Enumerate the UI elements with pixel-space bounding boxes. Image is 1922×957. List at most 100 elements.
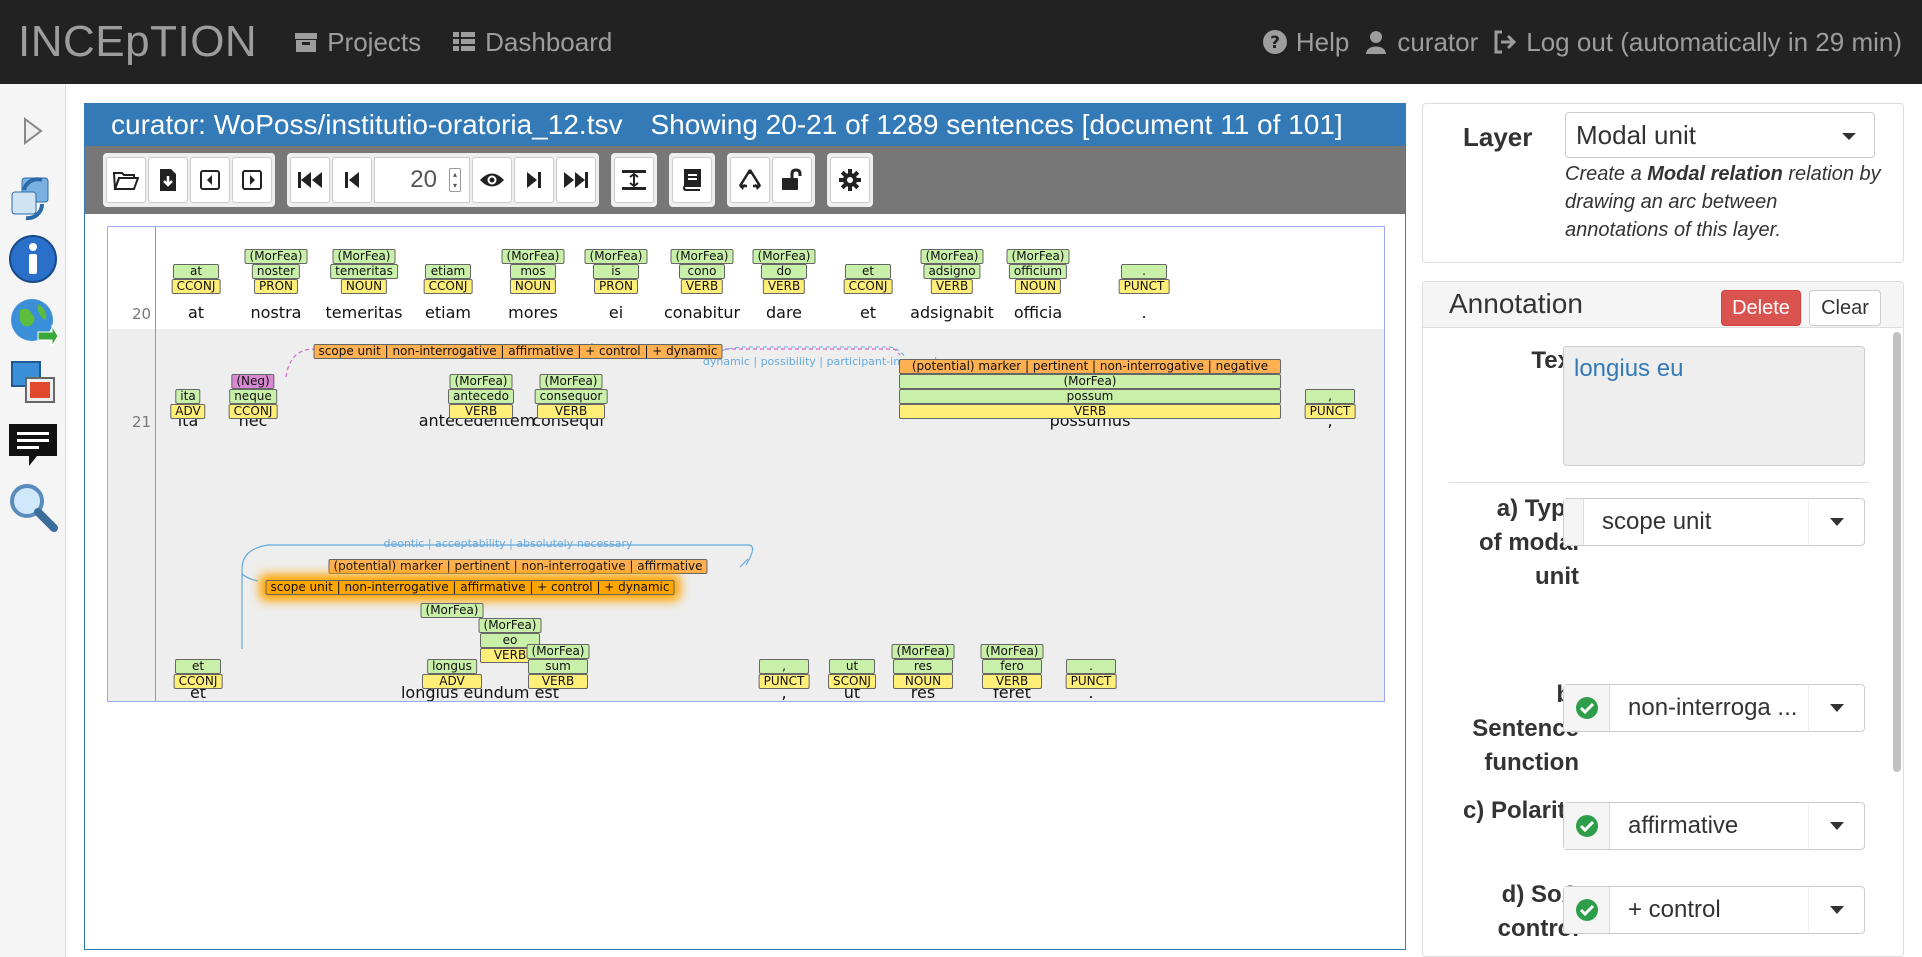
arc-label-deontic[interactable]: deontic | acceptability | absolutely nec…: [383, 537, 632, 550]
first-page-button[interactable]: [290, 157, 330, 203]
morfea-annotation[interactable]: (MorFea): [332, 249, 396, 264]
lemma-annotation[interactable]: temeritas: [330, 264, 398, 279]
annotation-editor[interactable]: 20 at CCONJ at nostra PRON noster (MorFea) teme…: [107, 226, 1385, 702]
sidebar-expand[interactable]: [6, 104, 60, 158]
pos-annotation[interactable]: CCONJ: [173, 674, 223, 689]
morfea-annotation[interactable]: (MorFea): [670, 249, 734, 264]
nav-user[interactable]: curator: [1363, 27, 1478, 58]
pos-annotation[interactable]: NOUN: [340, 279, 388, 294]
pos-annotation[interactable]: SCONJ: [828, 674, 876, 689]
morfea-annotation[interactable]: (MorFea): [539, 374, 603, 389]
morfea-annotation[interactable]: (MorFea): [920, 249, 984, 264]
next-page-button[interactable]: [514, 157, 554, 203]
sidebar-globe[interactable]: [6, 294, 60, 348]
morfea-annotation[interactable]: (MorFea): [420, 603, 484, 618]
chevron-down-icon[interactable]: [1808, 499, 1864, 545]
pos-annotation[interactable]: NOUN: [509, 279, 557, 294]
lemma-annotation[interactable]: is: [593, 264, 639, 279]
pos-annotation[interactable]: PUNCT: [758, 674, 810, 689]
pos-annotation[interactable]: VERB: [762, 279, 806, 294]
sentence-number-spinner[interactable]: ▴ ▾: [449, 168, 461, 192]
pos-annotation[interactable]: VERB: [899, 404, 1281, 419]
lemma-annotation[interactable]: antecedo: [448, 389, 514, 404]
pos-annotation[interactable]: PRON: [594, 279, 638, 294]
control-select[interactable]: + control: [1563, 886, 1865, 934]
morfea-annotation[interactable]: (MorFea): [478, 618, 542, 633]
pos-annotation[interactable]: ADV: [422, 674, 482, 689]
lemma-annotation[interactable]: neque: [229, 389, 277, 404]
morfea-annotation[interactable]: (MorFea): [526, 644, 590, 659]
modal-marker-annotation[interactable]: (potential) marker | pertinent | non-int…: [899, 359, 1281, 374]
nav-dashboard[interactable]: Dashboard: [451, 27, 612, 58]
morfea-annotation[interactable]: (MorFea): [891, 644, 955, 659]
layer-select[interactable]: Modal unit: [1565, 112, 1875, 158]
lemma-annotation[interactable]: .: [1066, 659, 1116, 674]
modal-scope-annotation-selected[interactable]: scope unit | non-interrogative | affirma…: [265, 580, 675, 595]
reset-document-button[interactable]: [730, 157, 770, 203]
lemma-annotation[interactable]: etiam: [425, 264, 471, 279]
morfea-annotation[interactable]: (MorFea): [584, 249, 648, 264]
guidelines-button[interactable]: [672, 157, 712, 203]
pos-annotation[interactable]: PUNCT: [1304, 404, 1356, 419]
sidebar-info[interactable]: [6, 232, 60, 286]
open-document-button[interactable]: [106, 157, 146, 203]
type-select[interactable]: scope unit: [1563, 498, 1865, 546]
morfea-annotation[interactable]: (MorFea): [244, 249, 308, 264]
modal-scope-annotation[interactable]: scope unit | non-interrogative | affirma…: [313, 344, 723, 359]
lemma-annotation[interactable]: adsigno: [923, 264, 981, 279]
polarity-select[interactable]: affirmative: [1563, 802, 1865, 850]
pos-annotation[interactable]: CCONJ: [423, 279, 473, 294]
lemma-annotation[interactable]: ita: [175, 389, 201, 404]
pos-annotation[interactable]: VERB: [680, 279, 724, 294]
morfea-annotation[interactable]: (MorFea): [449, 374, 513, 389]
chevron-down-icon[interactable]: [1808, 685, 1864, 731]
lemma-annotation[interactable]: .: [1121, 264, 1167, 279]
lemma-annotation[interactable]: officium: [1008, 264, 1068, 279]
pos-annotation[interactable]: VERB: [930, 279, 974, 294]
finish-document-button[interactable]: [772, 157, 812, 203]
lemma-annotation[interactable]: ut: [829, 659, 875, 674]
next-document-button[interactable]: [232, 157, 272, 203]
lemma-annotation[interactable]: consequor: [534, 389, 608, 404]
lemma-annotation[interactable]: at: [173, 264, 219, 279]
last-page-button[interactable]: [556, 157, 596, 203]
app-brand[interactable]: INCEpTION: [18, 17, 257, 67]
chevron-down-icon[interactable]: [1808, 887, 1864, 933]
preferences-view-button[interactable]: [472, 157, 512, 203]
pos-annotation[interactable]: VERB: [449, 404, 513, 419]
nav-help[interactable]: ? Help: [1262, 27, 1349, 58]
lemma-annotation[interactable]: do: [761, 264, 807, 279]
lemma-annotation[interactable]: fero: [982, 659, 1042, 674]
pos-annotation[interactable]: VERB: [982, 674, 1042, 689]
sidebar-images[interactable]: [6, 356, 60, 410]
pos-annotation[interactable]: PUNCT: [1118, 279, 1170, 294]
nav-logout[interactable]: Log out (automatically in 29 min): [1492, 27, 1902, 58]
lemma-annotation[interactable]: ,: [1305, 389, 1355, 404]
pos-annotation[interactable]: NOUN: [893, 674, 953, 689]
lemma-annotation[interactable]: sum: [528, 659, 588, 674]
previous-page-button[interactable]: [332, 157, 372, 203]
lemma-annotation[interactable]: res: [893, 659, 953, 674]
sentence-number-input[interactable]: 20 ▴ ▾: [374, 157, 470, 203]
annotation-scrollbar[interactable]: [1893, 332, 1901, 772]
lemma-annotation[interactable]: noster: [251, 264, 301, 279]
sidebar-comments[interactable]: [6, 418, 60, 472]
sidebar-search[interactable]: [6, 480, 60, 534]
lemma-annotation[interactable]: cono: [679, 264, 725, 279]
pos-annotation[interactable]: PUNCT: [1065, 674, 1117, 689]
sidebar-sync[interactable]: [6, 170, 60, 224]
morfea-annotation[interactable]: (MorFea): [899, 374, 1281, 389]
morfea-annotation[interactable]: (MorFea): [980, 644, 1044, 659]
lemma-annotation[interactable]: et: [175, 659, 221, 674]
delete-button[interactable]: Delete: [1721, 290, 1801, 326]
morfea-annotation[interactable]: (MorFea): [501, 249, 565, 264]
pos-annotation[interactable]: PRON: [254, 279, 298, 294]
lemma-annotation[interactable]: possum: [899, 389, 1281, 404]
settings-button[interactable]: [830, 157, 870, 203]
toggle-layout-button[interactable]: [614, 157, 654, 203]
pos-annotation[interactable]: ADV: [170, 404, 206, 419]
pos-annotation[interactable]: NOUN: [1014, 279, 1062, 294]
export-button[interactable]: [148, 157, 188, 203]
morfea-annotation[interactable]: (MorFea): [752, 249, 816, 264]
annotation-text-field[interactable]: longius eu: [1563, 346, 1865, 466]
